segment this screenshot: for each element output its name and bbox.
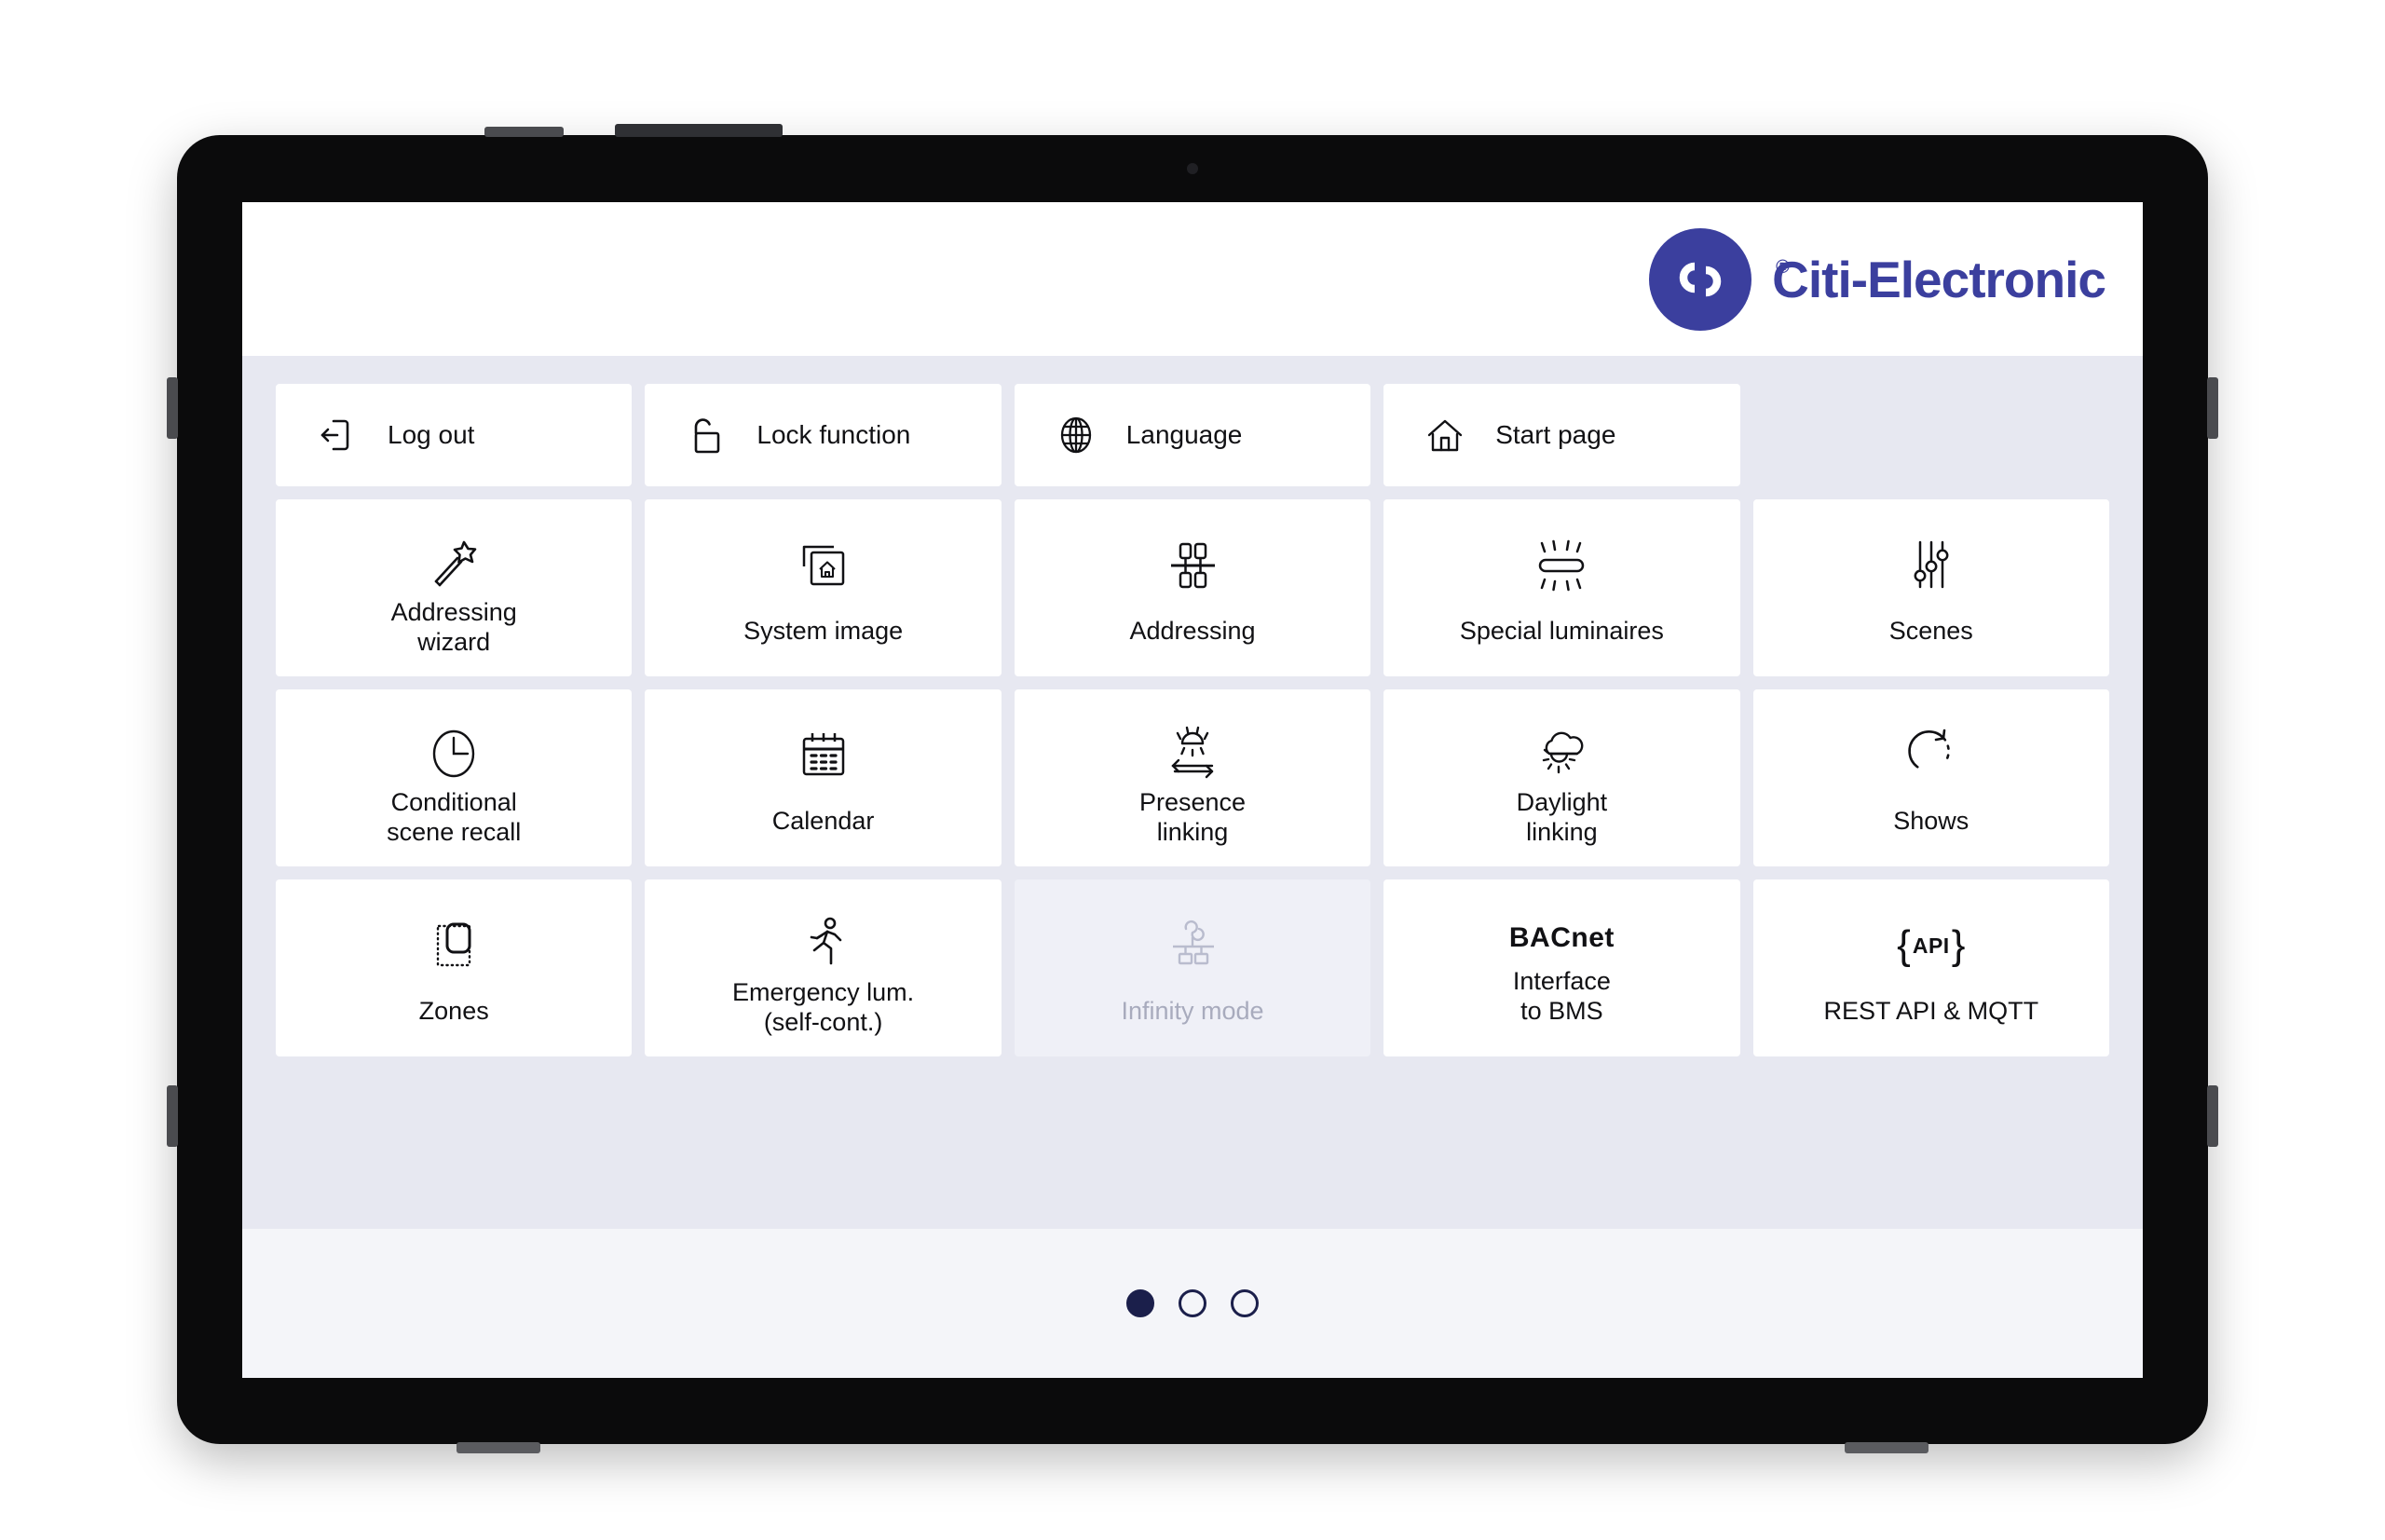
tile-start-page[interactable]: Start page [1383,384,1740,486]
left-edge-nub-bottom [167,1085,178,1147]
page-dot-3[interactable] [1231,1289,1259,1317]
brand-logo: ® Citi-Electronic [1649,227,2106,331]
brand-name-text: Citi-Electronic [1772,250,2106,308]
tile-label: Calendar [771,807,875,836]
tile-language[interactable]: Language [1014,384,1371,486]
tile-label: Infinity mode [1121,997,1264,1026]
device-stage: ® Citi-Electronic Log out Lock function … [0,0,2385,1540]
tile-label: Zones [418,997,489,1026]
menu-board: Log out Lock function Language Start pag… [242,356,2143,1229]
tile-log-out[interactable]: Log out [276,384,633,486]
bacnet-text-icon: BACnet [1509,909,1615,967]
volume-button-up[interactable] [2207,377,2218,439]
sliders-icon [1897,529,1966,602]
tile-label: Interface to BMS [1512,967,1611,1026]
bottom-edge-nub-right [1845,1442,1928,1453]
tile-presence-linking[interactable]: Presence linking [1014,689,1371,866]
tile-label: Conditional scene recall [387,788,522,846]
tile-emergency-luminaires[interactable]: Emergency lum. (self-cont.) [645,879,1002,1056]
tile-label: Language [1125,420,1243,450]
home-icon [1419,409,1471,461]
bottom-edge-nub-left [457,1442,540,1453]
tile-label: Lock function [756,420,911,450]
tile-label: Presence linking [1138,788,1247,846]
clock-icon [419,719,488,788]
bus-topology-icon [1158,529,1227,602]
left-edge-nub-top [167,377,178,439]
open-padlock-icon [680,409,732,461]
tile-label: Addressing wizard [390,598,517,656]
cloud-sun-icon [1523,719,1600,788]
api-braces-icon: { API } [1897,909,1965,982]
tile-label: Start page [1495,420,1616,450]
infinity-bus-icon [1158,909,1227,982]
tile-empty-slot [1753,384,2109,486]
tile-addressing[interactable]: Addressing [1014,499,1371,676]
tile-zones[interactable]: Zones [276,879,633,1056]
page-dot-1[interactable] [1126,1289,1154,1317]
tile-label: Addressing [1129,617,1256,646]
framed-house-icon [789,529,858,602]
tile-label: Scenes [1888,617,1973,646]
tile-label: Shows [1893,807,1969,836]
tile-label: Log out [388,420,475,450]
circular-arrow-icon [1897,719,1966,792]
page-indicator [242,1229,2143,1378]
registered-trademark-icon: ® [1776,256,1790,278]
tile-label: System image [743,617,904,646]
tile-label: Emergency lum. (self-cont.) [732,978,915,1036]
top-antenna-band [615,124,783,137]
globe-icon [1050,409,1102,461]
glowing-luminaire-icon [1523,529,1600,602]
calendar-icon [789,719,858,792]
logout-icon [311,409,363,461]
tile-scenes[interactable]: Scenes [1752,499,2109,676]
tile-label: Special luminaires [1459,617,1664,646]
tile-calendar[interactable]: Calendar [645,689,1002,866]
running-person-icon [789,909,858,978]
brand-name: ® Citi-Electronic [1772,250,2106,309]
tile-special-luminaires[interactable]: Special luminaires [1383,499,1740,676]
page-dot-2[interactable] [1179,1289,1206,1317]
tile-daylight-linking[interactable]: Daylight linking [1383,689,1740,866]
front-camera-icon [1187,163,1198,174]
api-braces-glyph: { API } [1897,922,1965,969]
tile-interface-to-bms[interactable]: BACnet Interface to BMS [1383,879,1740,1056]
magic-wand-icon [419,529,488,598]
bacnet-wordmark: BACnet [1508,922,1615,954]
tile-lock-function[interactable]: Lock function [645,384,1002,486]
power-button[interactable] [484,127,564,137]
tile-system-image[interactable]: System image [645,499,1002,676]
presence-sensor-icon [1154,719,1231,788]
brace-right: } [1951,922,1966,968]
tile-conditional-scene-recall[interactable]: Conditional scene recall [276,689,633,866]
tile-rest-api-mqtt[interactable]: { API } REST API & MQTT [1752,879,2109,1056]
tablet-device: ® Citi-Electronic Log out Lock function … [167,124,2218,1453]
tile-label: Daylight linking [1516,788,1608,846]
app-header: ® Citi-Electronic [242,202,2143,356]
selection-zone-icon [419,909,488,982]
tile-label: REST API & MQTT [1823,997,2039,1026]
tile-infinity-mode: Infinity mode [1014,879,1371,1056]
double-loop-logo-icon [1649,227,1752,331]
menu-grid: Log out Lock function Language Start pag… [276,384,2109,1056]
tablet-screen: ® Citi-Electronic Log out Lock function … [242,202,2143,1378]
tile-addressing-wizard[interactable]: Addressing wizard [276,499,633,676]
tile-shows[interactable]: Shows [1752,689,2109,866]
volume-button-down[interactable] [2207,1085,2218,1147]
brace-left: { [1897,922,1911,968]
api-word: API [1912,933,1950,958]
